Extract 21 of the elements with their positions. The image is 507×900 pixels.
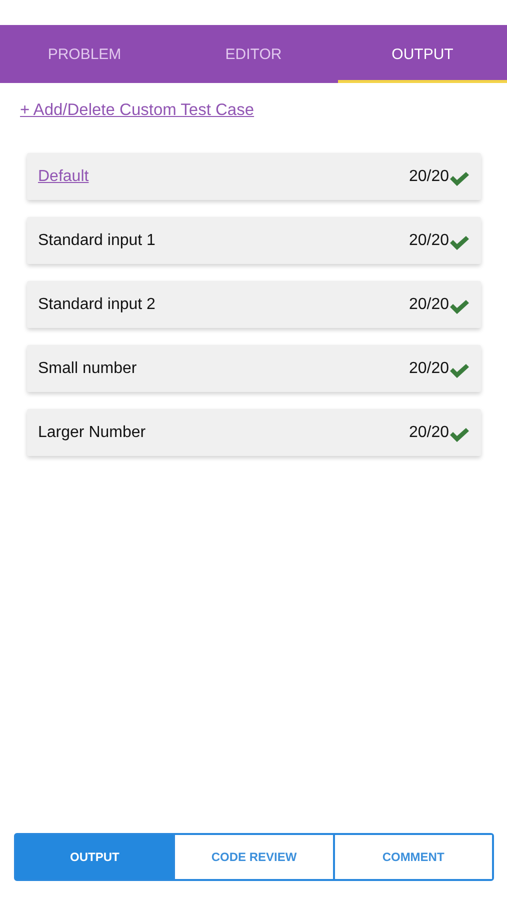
segment-tab[interactable]: COMMENT <box>332 835 492 879</box>
test-score: 20/20 <box>408 296 449 314</box>
tab[interactable]: OUTPUT <box>338 25 507 83</box>
test-case-name: Standard input 1 <box>38 232 156 250</box>
test-score: 20/20 <box>408 360 449 378</box>
segment-tab[interactable]: OUTPUT <box>16 835 174 879</box>
tab[interactable]: PROBLEM <box>0 25 169 83</box>
test-score: 20/20 <box>408 424 449 442</box>
test-score: 20/20 <box>408 168 449 186</box>
add-custom-test-link[interactable]: + Add/Delete Custom Test Case <box>20 101 254 119</box>
test-case-name: Larger Number <box>38 424 146 442</box>
test-case-link[interactable]: Default <box>38 168 89 186</box>
test-case-name: Small number <box>38 360 137 378</box>
test-case-name: Standard input 2 <box>38 296 156 314</box>
tab[interactable]: EDITOR <box>169 25 338 83</box>
test-case-card[interactable]: Small number 20/20 <box>27 345 481 392</box>
test-score: 20/20 <box>408 232 449 250</box>
test-case-card[interactable]: Standard input 2 20/20 <box>27 281 481 328</box>
test-case-card[interactable]: Default 20/20 <box>27 153 481 200</box>
test-case-card[interactable]: Standard input 1 20/20 <box>27 217 481 264</box>
test-case-card[interactable]: Larger Number 20/20 <box>27 409 481 456</box>
